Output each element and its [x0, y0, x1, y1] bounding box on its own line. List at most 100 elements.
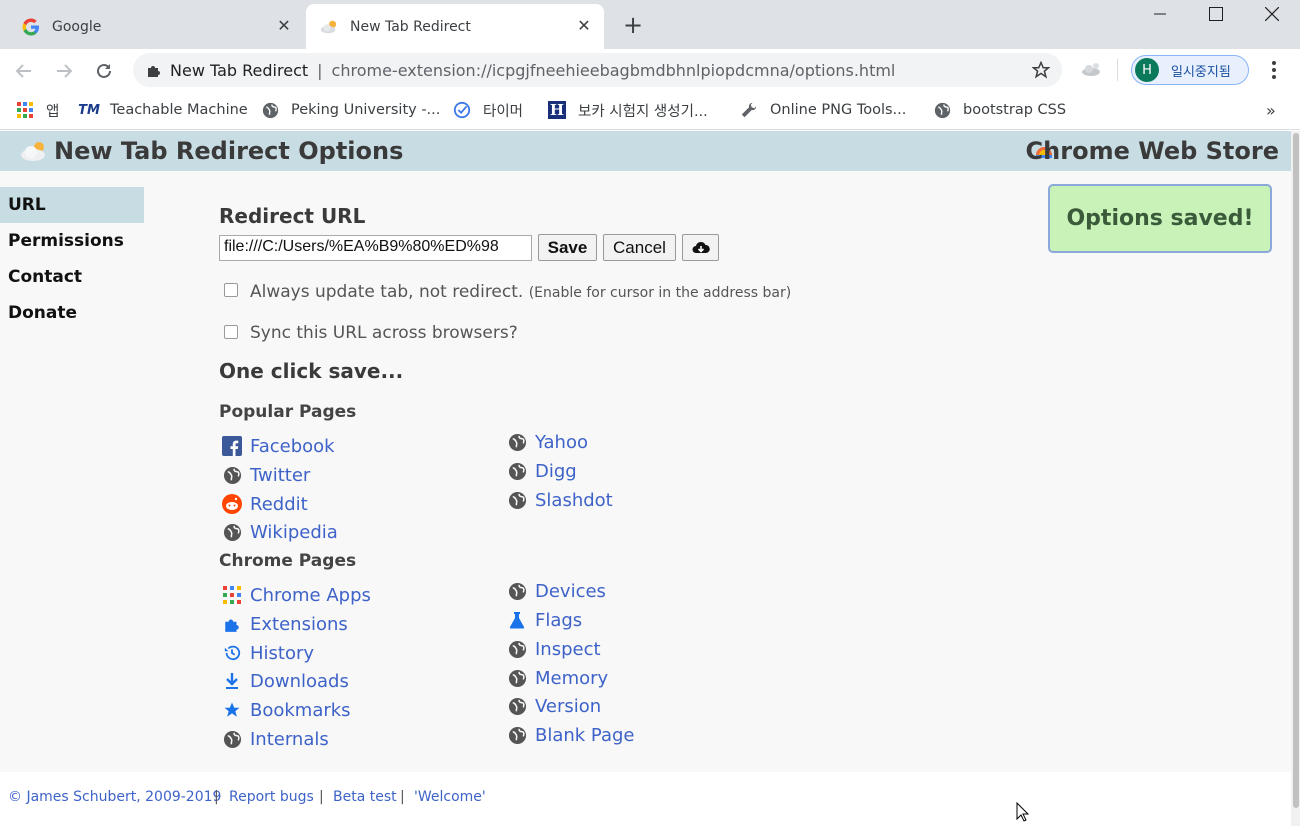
omnibox-separator: |	[317, 60, 323, 80]
bookmark-timer[interactable]: 타이머	[453, 100, 523, 120]
h-icon: H	[548, 101, 566, 119]
link-bookmarks[interactable]: Bookmarks	[219, 698, 351, 722]
link-twitter[interactable]: Twitter	[219, 463, 310, 487]
apps-grid-icon	[16, 101, 34, 119]
page-title: New Tab Redirect Options	[54, 137, 404, 165]
sync-url-checkbox[interactable]	[224, 325, 238, 339]
minimize-button[interactable]	[1132, 0, 1188, 28]
beta-test-link[interactable]: Beta test	[333, 789, 397, 805]
facebook-icon	[222, 436, 242, 456]
bookmark-apps[interactable]: 앱	[16, 100, 59, 120]
footer-divider: |	[400, 789, 405, 805]
redirect-url-input[interactable]: file:///C:/Users/%EA%B9%80%ED%98	[219, 235, 532, 261]
browser-toolbar: New Tab Redirect | chrome-extension://ic…	[0, 49, 1300, 92]
flask-icon	[507, 610, 527, 630]
bookmark-star-icon[interactable]	[1031, 60, 1051, 83]
link-slashdot[interactable]: Slashdot	[504, 488, 613, 512]
link-facebook[interactable]: Facebook	[219, 434, 335, 458]
menu-kebab-icon[interactable]	[1266, 59, 1282, 85]
link-memory[interactable]: Memory	[504, 666, 608, 690]
maximize-button[interactable]	[1188, 0, 1244, 28]
scrollbar-thumb[interactable]	[1293, 133, 1299, 808]
bookmarks-bar: 앱 TM Teachable Machine Peking University…	[0, 92, 1300, 130]
report-bugs-link[interactable]: Report bugs	[229, 789, 314, 805]
wrench-icon	[740, 101, 758, 119]
omnibox-site-name: New Tab Redirect	[170, 60, 309, 80]
link-chrome-apps[interactable]: Chrome Apps	[219, 583, 371, 607]
link-devices[interactable]: Devices	[504, 579, 606, 603]
bookmark-bootstrap-css[interactable]: bootstrap CSS	[933, 100, 1066, 120]
bookmarks-overflow-button[interactable]: »	[1266, 100, 1276, 120]
always-update-tab-checkbox[interactable]	[224, 283, 238, 297]
reload-button[interactable]	[90, 57, 118, 85]
bookmark-peking-university[interactable]: Peking University -...	[261, 100, 440, 120]
globe-icon	[507, 461, 527, 481]
extension-cloud-icon[interactable]	[1080, 61, 1102, 81]
nav-permissions[interactable]: Permissions	[0, 223, 144, 259]
puzzle-icon	[146, 62, 162, 78]
forward-button[interactable]	[50, 57, 78, 85]
maximize-icon	[1209, 7, 1223, 21]
link-label: Facebook	[250, 435, 335, 457]
star-icon	[222, 700, 242, 720]
link-label: Version	[535, 695, 602, 717]
link-version[interactable]: Version	[504, 694, 601, 718]
tab-strip: Google ✕ New Tab Redirect ✕ +	[0, 0, 1300, 49]
nav-url[interactable]: URL	[0, 187, 144, 223]
link-label: Chrome Apps	[250, 584, 371, 606]
tab-new-tab-redirect[interactable]: New Tab Redirect ✕	[306, 4, 604, 49]
globe-icon	[507, 490, 527, 510]
link-wikipedia[interactable]: Wikipedia	[219, 520, 338, 544]
always-update-tab-note: (Enable for cursor in the address bar)	[528, 285, 792, 301]
back-button[interactable]	[10, 57, 38, 85]
copyright-link[interactable]: © James Schubert, 2009-2019	[8, 789, 221, 805]
bookmark-online-png-tools[interactable]: Online PNG Tools...	[740, 100, 906, 120]
cloud-download-button[interactable]	[682, 234, 719, 261]
nav-donate[interactable]: Donate	[0, 295, 144, 331]
bookmark-teachable-machine[interactable]: TM Teachable Machine	[78, 100, 248, 120]
apps-grid-icon	[222, 585, 242, 605]
link-label: Devices	[535, 580, 606, 602]
link-extensions[interactable]: Extensions	[219, 612, 348, 636]
footer-divider: |	[214, 789, 219, 805]
link-inspect[interactable]: Inspect	[504, 637, 601, 661]
tab-google[interactable]: Google ✕	[8, 4, 304, 49]
globe-icon	[507, 432, 527, 452]
cancel-button[interactable]: Cancel	[603, 234, 676, 261]
link-label: Flags	[535, 609, 583, 631]
link-flags[interactable]: Flags	[504, 608, 582, 632]
link-history[interactable]: History	[219, 641, 314, 665]
close-tab-icon[interactable]: ✕	[574, 16, 594, 36]
save-button[interactable]: Save	[538, 234, 597, 261]
profile-status: 일시중지됨	[1171, 64, 1231, 80]
globe-icon	[933, 101, 951, 119]
address-bar[interactable]: New Tab Redirect | chrome-extension://ic…	[133, 53, 1062, 87]
new-tab-button[interactable]: +	[620, 12, 646, 38]
link-downloads[interactable]: Downloads	[219, 669, 349, 693]
footer-divider: |	[319, 789, 324, 805]
puzzle-icon	[222, 614, 242, 634]
omnibox-url: chrome-extension://icpgjfneehieebagbmdbh…	[331, 60, 896, 80]
status-options-saved: Options saved!	[1048, 184, 1272, 253]
chrome-web-store-link[interactable]: Chrome Web Store	[1026, 137, 1279, 165]
globe-icon	[507, 639, 527, 659]
profile-button[interactable]: H 일시중지됨	[1131, 55, 1249, 85]
minimize-icon	[1154, 13, 1166, 15]
link-digg[interactable]: Digg	[504, 459, 577, 483]
chrome-pages-heading: Chrome Pages	[219, 551, 357, 571]
close-window-button[interactable]	[1244, 0, 1300, 28]
link-internals[interactable]: Internals	[219, 727, 329, 751]
link-blank-page[interactable]: Blank Page	[504, 723, 635, 747]
bookmark-boka[interactable]: H 보카 시험지 생성기...	[548, 100, 708, 120]
globe-icon	[507, 725, 527, 745]
options-page: New Tab Redirect Options Chrome Web Stor…	[0, 131, 1291, 826]
close-icon	[1265, 7, 1279, 21]
link-reddit[interactable]: Reddit	[219, 492, 308, 516]
close-tab-icon[interactable]: ✕	[274, 16, 294, 36]
link-label: History	[250, 642, 315, 664]
link-label: Reddit	[250, 493, 308, 515]
sync-url-label: Sync this URL across browsers?	[250, 323, 518, 343]
link-yahoo[interactable]: Yahoo	[504, 430, 588, 454]
welcome-link[interactable]: 'Welcome'	[414, 789, 486, 805]
nav-contact[interactable]: Contact	[0, 259, 144, 295]
